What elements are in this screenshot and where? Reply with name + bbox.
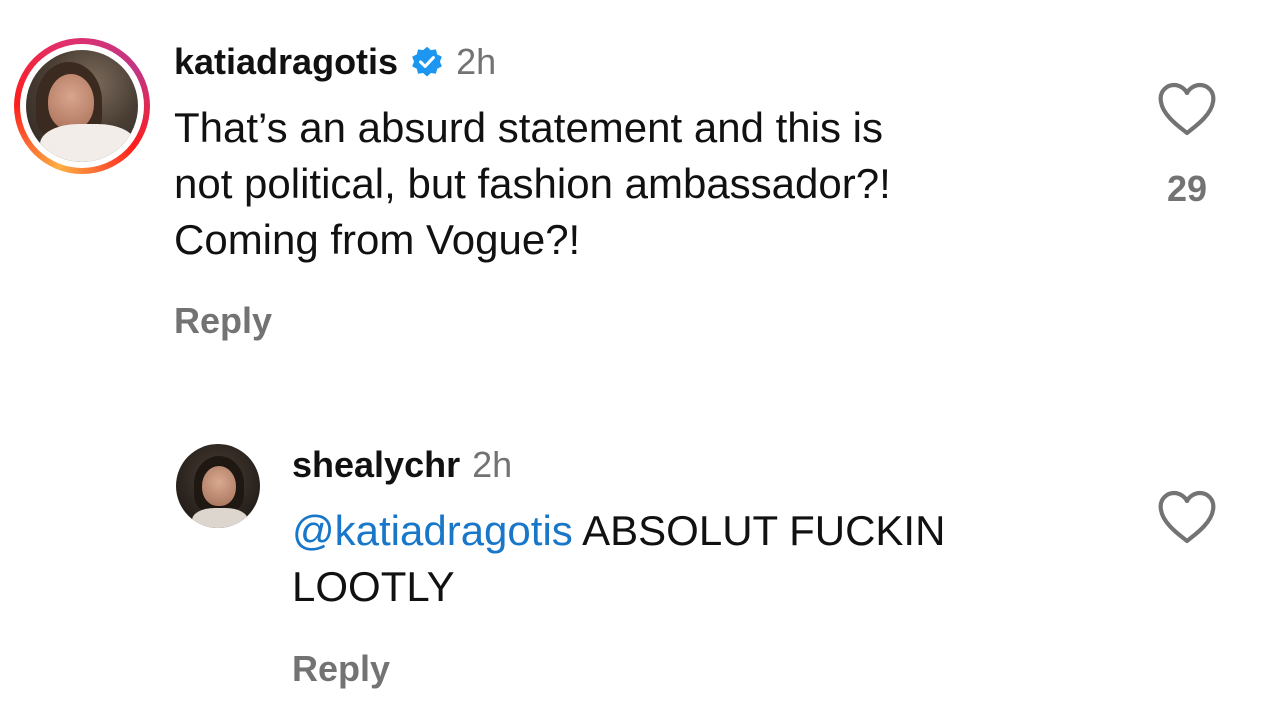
comment-text: That’s an absurd statement and this is n… xyxy=(174,104,891,263)
mention-link[interactable]: @katiadragotis xyxy=(292,507,573,554)
reply-header: shealychr 2h xyxy=(292,443,512,487)
like-count: 29 xyxy=(1166,168,1208,209)
avatar xyxy=(26,50,138,162)
avatar-face xyxy=(48,74,94,130)
reply-button[interactable]: Reply xyxy=(292,648,390,690)
comment: katiadragotis 2h That’s an absurd statem… xyxy=(0,0,1274,380)
avatar-shirt xyxy=(40,124,136,162)
heart-outline-icon[interactable] xyxy=(1157,490,1217,546)
verified-badge-icon xyxy=(412,46,442,77)
avatar[interactable] xyxy=(176,444,260,528)
comments-thread: katiadragotis 2h That’s an absurd statem… xyxy=(0,0,1274,715)
username[interactable]: katiadragotis xyxy=(174,40,398,84)
avatar-face xyxy=(202,466,236,506)
reply-text: @katiadragotis ABSOLUT FUCKIN LOOTLY xyxy=(292,503,945,615)
timestamp: 2h xyxy=(472,444,513,485)
comment-header: katiadragotis 2h xyxy=(174,40,496,84)
timestamp: 2h xyxy=(456,41,497,82)
avatar-story-ring[interactable] xyxy=(14,38,150,174)
avatar-shirt xyxy=(192,508,248,528)
username[interactable]: shealychr xyxy=(292,443,460,487)
reply-button[interactable]: Reply xyxy=(174,300,272,342)
heart-outline-icon[interactable] xyxy=(1157,82,1217,138)
